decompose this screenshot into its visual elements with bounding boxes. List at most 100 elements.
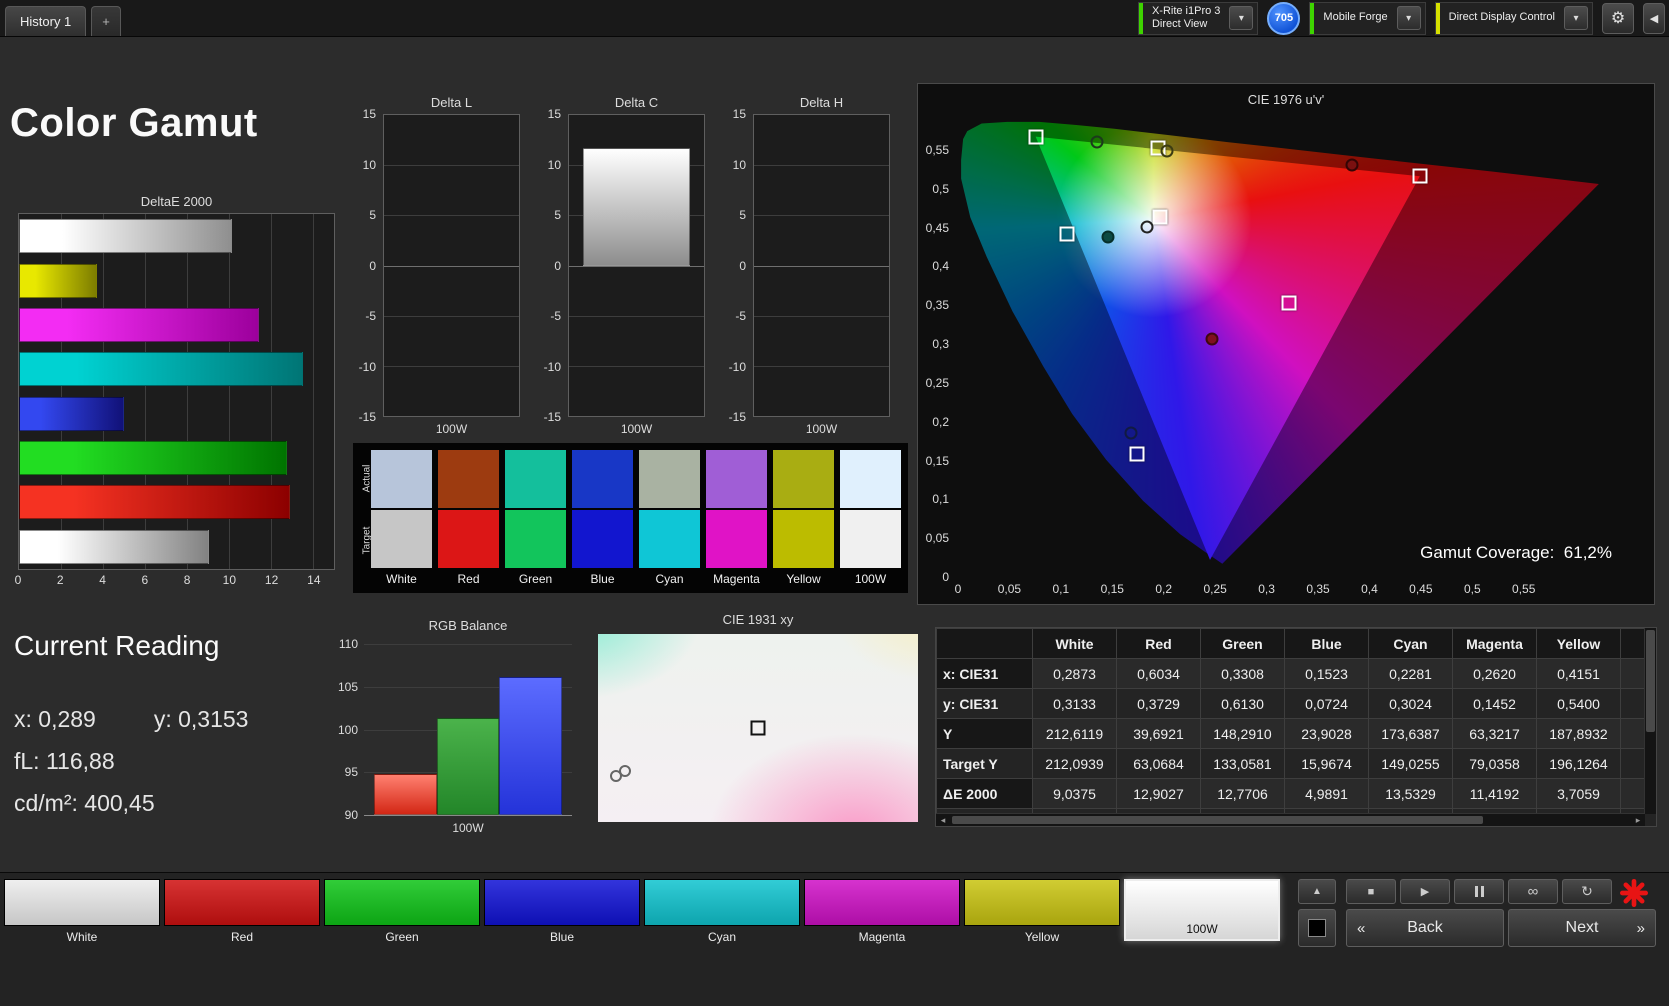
- table-cell: 0,0724: [1285, 689, 1369, 719]
- pattern-patch-100w[interactable]: 100W: [1124, 879, 1280, 941]
- refresh-button[interactable]: ↻: [1562, 879, 1612, 904]
- table-vertical-scrollbar[interactable]: [1644, 628, 1656, 814]
- table-horizontal-scrollbar[interactable]: ◂ ▸: [936, 813, 1645, 826]
- play-button[interactable]: ▶: [1400, 879, 1450, 904]
- pattern-patch-white[interactable]: White: [4, 879, 160, 944]
- table-row: ΔE 20009,037512,902712,77064,989113,5329…: [937, 779, 1658, 809]
- add-tab-button[interactable]: +: [91, 6, 121, 36]
- pattern-patch-red[interactable]: Red: [164, 879, 320, 944]
- stop-button[interactable]: ■: [1346, 879, 1396, 904]
- collapse-panel-button[interactable]: ◀: [1643, 3, 1665, 34]
- table-cell: 39,6921: [1117, 719, 1201, 749]
- cie-measured-green: [1090, 136, 1103, 149]
- table-row-label: Y: [937, 719, 1033, 749]
- table-row-label: Target Y: [937, 749, 1033, 779]
- deltae-bar-red: [19, 485, 290, 519]
- deltae-bar-magenta: [19, 308, 259, 342]
- display-control-dropdown[interactable]: Direct Display Control ▾: [1435, 2, 1593, 35]
- cie31-measured-point: [619, 765, 631, 777]
- deltae-bar-white: [19, 530, 209, 564]
- next-button-label: Next: [1566, 919, 1599, 937]
- pattern-patch-swatch: [804, 879, 960, 926]
- pattern-patch-label: 100W: [1124, 922, 1280, 936]
- pattern-patch-label: White: [4, 930, 160, 944]
- table-vertical-scrollbar-thumb[interactable]: [1646, 630, 1655, 732]
- pattern-patch-magenta[interactable]: Magenta: [804, 879, 960, 944]
- table-row-label: x: CIE31: [937, 659, 1033, 689]
- stop-icon: ■: [1368, 886, 1375, 898]
- pattern-patch-swatch: [164, 879, 320, 926]
- back-button[interactable]: « Back: [1346, 909, 1504, 947]
- tab-strip: History 1 +: [0, 0, 121, 36]
- table-cell: 0,1523: [1285, 659, 1369, 689]
- swatch-column-yellow: Yellow: [773, 450, 834, 586]
- table-col-header: Green: [1201, 629, 1285, 659]
- delta-c-bar: [583, 148, 690, 265]
- scroll-left-icon[interactable]: ◂: [936, 815, 950, 826]
- chevron-left-icon: ◀: [1650, 12, 1658, 25]
- table-cell: 79,0358: [1453, 749, 1537, 779]
- table-row: y: CIE310,31330,37290,61300,07240,30240,…: [937, 689, 1658, 719]
- pause-button[interactable]: [1454, 879, 1504, 904]
- swatch-actual-red: [438, 450, 499, 508]
- back-button-label: Back: [1407, 919, 1443, 937]
- gear-icon: ⚙: [1611, 8, 1625, 28]
- table-cell: 0,2281: [1369, 659, 1453, 689]
- pattern-patch-swatch: [644, 879, 800, 926]
- swatch-column-cyan: Cyan: [639, 450, 700, 586]
- chevron-down-icon[interactable]: ▾: [1229, 6, 1253, 30]
- cie-measured-magenta: [1206, 332, 1219, 345]
- footer: White RedGreenBlueCyan Magenta Yellow 100W ▲…: [0, 872, 1669, 1006]
- rgb-plot: [364, 644, 572, 816]
- swatch-actual-white: [371, 450, 432, 508]
- table-col-header: Cyan: [1369, 629, 1453, 659]
- continuous-measure-button[interactable]: ∞: [1508, 879, 1558, 904]
- pattern-patch-cyan[interactable]: Cyan: [644, 879, 800, 944]
- table-cell: 0,3024: [1369, 689, 1453, 719]
- meter-dropdown[interactable]: X-Rite i1Pro 3 Direct View ▾: [1138, 2, 1258, 35]
- pattern-patch-label: Magenta: [804, 930, 960, 944]
- table-cell: 23,9028: [1285, 719, 1369, 749]
- swatch-column-white: White: [371, 450, 432, 586]
- meter-mode: Direct View: [1152, 18, 1220, 31]
- reading-y: y: 0,3153: [154, 706, 249, 733]
- delta-c-chart: Delta C 151050-5-10-15 100W: [532, 95, 707, 436]
- swatch-actual-100w: [840, 450, 901, 508]
- blank-pattern-button[interactable]: [1298, 909, 1336, 947]
- chevron-down-icon[interactable]: ▾: [1564, 6, 1588, 30]
- deltae-bar-blue: [19, 397, 124, 431]
- measurement-count-badge[interactable]: 705: [1267, 2, 1300, 35]
- table-horizontal-scrollbar-thumb[interactable]: [952, 816, 1483, 824]
- reading-fl: fL: 116,88: [14, 748, 248, 775]
- pattern-patch-swatch: [964, 879, 1120, 926]
- swatch-column-100w: 100W: [840, 450, 901, 586]
- next-chevron-icon: »: [1637, 920, 1645, 937]
- cie-target-white: [1152, 210, 1167, 225]
- cie-measured-cyan: [1102, 230, 1115, 243]
- refresh-icon: ↻: [1581, 883, 1593, 900]
- pattern-up-button[interactable]: ▲: [1298, 879, 1336, 904]
- deltae-bar-yellow: [19, 264, 97, 298]
- history-tab[interactable]: History 1: [5, 6, 86, 36]
- source-dropdown[interactable]: Mobile Forge ▾: [1309, 2, 1425, 35]
- swatch-actual-yellow: [773, 450, 834, 508]
- cie-y-axis: 0,550,50,450,40,350,30,250,20,150,10,050: [918, 111, 954, 577]
- table-row-label: ΔE 2000: [937, 779, 1033, 809]
- pattern-patch-yellow[interactable]: Yellow: [964, 879, 1120, 944]
- settings-gear-button[interactable]: ⚙: [1602, 3, 1634, 34]
- delta-l-chart: Delta L 151050-5-10-15 100W: [347, 95, 522, 436]
- table-cell: 133,0581: [1201, 749, 1285, 779]
- pattern-patch-green[interactable]: Green: [324, 879, 480, 944]
- delta-h-y-axis: 151050-5-10-15: [717, 114, 753, 417]
- table-cell: 187,8932: [1537, 719, 1621, 749]
- deltae-bars: [19, 214, 334, 569]
- deltae-plot: [18, 213, 335, 570]
- scroll-right-icon[interactable]: ▸: [1631, 815, 1645, 826]
- pattern-patch-blue[interactable]: Blue: [484, 879, 640, 944]
- cie-1976-panel: CIE 1976 u'v' 0,550,50,450,40,350,30,250…: [917, 83, 1655, 605]
- chevron-down-icon[interactable]: ▾: [1397, 6, 1421, 30]
- pattern-patch-label: Yellow: [964, 930, 1120, 944]
- next-button[interactable]: Next »: [1508, 909, 1656, 947]
- swatch-actual-cyan: [639, 450, 700, 508]
- table-cell: 196,1264: [1537, 749, 1621, 779]
